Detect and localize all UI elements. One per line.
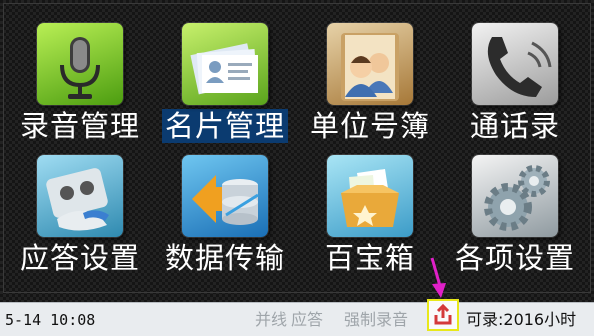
answering-machine-icon (37, 155, 123, 237)
app-recording-management[interactable]: 录音管理 (10, 3, 150, 143)
answer-indicator: 应答 (291, 310, 324, 329)
pointer-arrow-icon (430, 257, 446, 298)
upload-icon (434, 303, 452, 325)
toolbox-icon (327, 155, 413, 237)
gears-icon (472, 155, 558, 237)
app-label: 百宝箱 (324, 241, 415, 275)
app-unit-phonebook[interactable]: 单位号簿 (300, 3, 440, 143)
parallel-line-indicator: 并线 (255, 310, 288, 329)
app-data-transfer[interactable]: 数据传输 (155, 135, 295, 275)
microphone-icon (37, 23, 123, 105)
app-answer-settings[interactable]: 应答设置 (10, 135, 150, 275)
app-call-log[interactable]: 通话录 (445, 3, 585, 143)
forced-recording-indicator: 强制录音 (344, 310, 409, 329)
contacts-book-icon (327, 23, 413, 105)
app-label: 各项设置 (454, 241, 575, 275)
business-card-icon (182, 23, 268, 105)
datetime-display: 5-14 10:08 (5, 311, 96, 329)
status-bar: 5-14 10:08 并线 应答 强制录音 可录:2016小时 (0, 302, 594, 336)
app-label: 应答设置 (19, 241, 140, 275)
upload-button[interactable] (427, 299, 459, 331)
app-treasure-box[interactable]: 百宝箱 (300, 135, 440, 275)
recordable-time: 可录:2016小时 (466, 310, 577, 329)
app-settings[interactable]: 各项设置 (445, 135, 585, 275)
database-transfer-icon (182, 155, 268, 237)
phone-handset-icon (472, 23, 558, 105)
app-label: 数据传输 (164, 241, 285, 275)
app-card-management[interactable]: 名片管理 (155, 3, 295, 143)
